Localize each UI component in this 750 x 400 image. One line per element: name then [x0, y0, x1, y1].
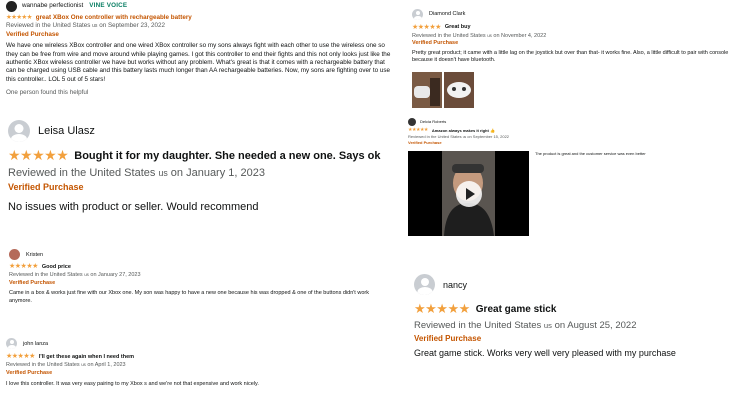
star-rating[interactable]: ★★★★★: [6, 353, 35, 361]
review-origin: Reviewed in the United States: [6, 22, 91, 30]
review-origin: Reviewed in the United States: [9, 272, 83, 278]
country-code: us: [92, 23, 98, 30]
review-body: Came in a box & works just fine with our…: [9, 290, 369, 304]
review-origin: Reviewed in the United States: [8, 167, 156, 179]
reviewer-name[interactable]: john lanza: [23, 340, 48, 348]
review-header: john lanza: [6, 338, 386, 349]
avatar[interactable]: [408, 118, 416, 126]
review-header: Leisa Ulasz: [8, 120, 388, 142]
review-title-row: ★★★★★ Great buy: [412, 24, 746, 32]
star-rating[interactable]: ★★★★★: [9, 263, 38, 271]
review-title[interactable]: Bought it for my daughter. She needed a …: [74, 150, 380, 162]
review-title[interactable]: Great game stick: [476, 304, 557, 315]
country-code: us: [84, 272, 89, 277]
reviewer-name[interactable]: Leisa Ulasz: [38, 125, 95, 137]
review-origin: Reviewed in the United States: [408, 133, 462, 139]
verified-purchase-badge: Verified Purchase: [414, 334, 482, 343]
review-title-row: ★★★★★ great XBox One controller with rec…: [6, 14, 394, 22]
reviewer-name[interactable]: wannabe perfectionist: [22, 2, 83, 10]
review-body: We have one wireless XBox controller and…: [6, 42, 391, 83]
review-date-text: on November 4, 2022: [493, 32, 547, 39]
reviewer-name[interactable]: Delcia Roberts: [420, 119, 446, 125]
vine-badge: VINE VOICE: [89, 2, 128, 10]
review-date: Reviewed in the United States us on Nove…: [412, 32, 746, 41]
review-origin: Reviewed in the United States: [414, 320, 542, 331]
review-card: Diamond Clark ★★★★★ Great buy Reviewed i…: [412, 9, 746, 108]
review-title[interactable]: Good price: [42, 263, 71, 271]
country-code: us: [487, 32, 492, 38]
reviewer-name[interactable]: Diamond Clark: [429, 11, 465, 19]
review-date: Reviewed in the United States us on Augu…: [414, 320, 746, 331]
review-image-thumbnail[interactable]: [444, 71, 474, 108]
review-date: Reviewed in the United States us on Apri…: [6, 361, 386, 369]
review-date-text: on September 23, 2022: [99, 22, 166, 30]
review-card: Leisa Ulasz ★★★★★ Bought it for my daugh…: [8, 120, 388, 213]
country-code: us: [158, 168, 168, 178]
review-title-row: ★★★★★ Great game stick: [414, 301, 746, 317]
avatar[interactable]: [6, 1, 17, 12]
review-title[interactable]: I'll get these again when I need them: [39, 353, 134, 361]
review-title-row: ★★★★★ I'll get these again when I need t…: [6, 353, 386, 361]
verified-purchase-badge: Verified Purchase: [408, 140, 442, 146]
avatar[interactable]: [8, 120, 30, 142]
star-rating[interactable]: ★★★★★: [414, 301, 470, 317]
review-title[interactable]: Great buy: [445, 24, 471, 32]
review-body: Pretty great product; it came with a lit…: [412, 49, 729, 64]
review-title-row: ★★★★★ Bought it for my daughter. She nee…: [8, 147, 388, 164]
review-body: I love this controller. It was very easy…: [6, 381, 259, 387]
review-title-link[interactable]: great XBox One controller with rechargea…: [36, 14, 192, 22]
verified-purchase-badge: Verified Purchase: [6, 30, 59, 38]
review-date-text: on August 25, 2022: [554, 320, 637, 331]
review-images: [412, 71, 746, 108]
avatar[interactable]: [9, 249, 20, 260]
reviewer-name[interactable]: nancy: [443, 280, 467, 290]
review-date: Reviewed in the United States us on Janu…: [9, 271, 369, 279]
review-card: wannabe perfectionist VINE VOICE ★★★★★ g…: [6, 1, 394, 98]
verified-purchase-badge: Verified Purchase: [9, 280, 56, 286]
review-card: Delcia Roberts ★★★★★ Amazon always makes…: [408, 118, 748, 156]
review-title-row: ★★★★★ Good price: [9, 263, 369, 271]
star-rating[interactable]: ★★★★★: [6, 14, 32, 22]
country-code: us: [81, 362, 86, 367]
avatar[interactable]: [6, 338, 17, 349]
review-body: The product is great and the customer se…: [535, 151, 646, 156]
country-code: us: [462, 134, 467, 139]
review-date: Reviewed in the United States us on Sept…: [6, 22, 394, 30]
review-video-player[interactable]: [408, 151, 529, 236]
review-body: No issues with product or seller. Would …: [8, 201, 259, 213]
verified-purchase-badge: Verified Purchase: [8, 182, 84, 192]
review-date-text: on September 15, 2022: [467, 133, 510, 139]
avatar[interactable]: [412, 9, 423, 20]
review-header: nancy: [414, 274, 746, 295]
review-header: Kristen: [9, 249, 369, 260]
review-body: Great game stick. Works very well very p…: [414, 348, 676, 358]
review-header: wannabe perfectionist VINE VOICE: [6, 1, 394, 12]
country-code: us: [543, 321, 552, 330]
avatar[interactable]: [414, 274, 435, 295]
review-date: Reviewed in the United States us on Janu…: [8, 167, 388, 179]
review-origin: Reviewed in the United States: [412, 32, 486, 39]
star-rating[interactable]: ★★★★★: [8, 147, 69, 164]
review-date: Reviewed in the United States us on Sept…: [408, 134, 748, 141]
star-rating[interactable]: ★★★★★: [412, 24, 441, 32]
play-icon[interactable]: [455, 180, 482, 207]
review-card: Kristen ★★★★★ Good price Reviewed in the…: [9, 249, 369, 305]
review-header: Diamond Clark: [412, 9, 746, 20]
review-image-thumbnail[interactable]: [412, 71, 442, 108]
verified-purchase-badge: Verified Purchase: [6, 370, 53, 376]
review-header: Delcia Roberts: [408, 118, 748, 126]
review-date-text: on January 27, 2023: [90, 272, 141, 278]
review-card: nancy ★★★★★ Great game stick Reviewed in…: [414, 274, 746, 358]
verified-purchase-badge: Verified Purchase: [412, 40, 459, 46]
review-origin: Reviewed in the United States: [6, 362, 80, 368]
helpful-count: One person found this helpful: [6, 89, 89, 97]
review-date-text: on April 1, 2023: [87, 362, 126, 368]
reviewer-name[interactable]: Kristen: [26, 251, 43, 259]
review-date-text: on January 1, 2023: [170, 167, 265, 179]
review-card: john lanza ★★★★★ I'll get these again wh…: [6, 338, 386, 388]
